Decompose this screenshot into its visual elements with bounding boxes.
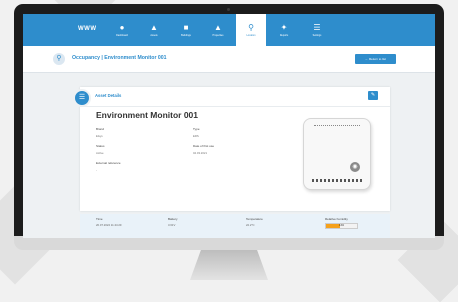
external-reference-value: - xyxy=(96,168,97,172)
app-logo[interactable]: WWW xyxy=(78,26,97,32)
type-label: Type xyxy=(193,127,200,131)
temperature-value: 22.2°C xyxy=(246,223,255,227)
nav-item-properties[interactable]: ▲ Properties xyxy=(203,14,233,46)
nav-label: Buildings xyxy=(181,34,191,37)
pencil-icon: ✎ xyxy=(370,92,376,98)
nav-label: Reports xyxy=(279,34,289,37)
monitor-stand xyxy=(190,250,268,280)
nav-item-dashboard[interactable]: ● Dashboard xyxy=(107,14,137,46)
external-reference-label: External reference xyxy=(96,161,121,165)
list-icon: ☰ xyxy=(73,89,91,107)
nav-item-location[interactable]: ⚲ Location xyxy=(236,14,266,46)
page-header: ⚲ Occupancy | Environment Monitor 001 ← … xyxy=(23,46,435,73)
page-title: Occupancy | Environment Monitor 001 xyxy=(72,55,167,61)
nav-item-settings[interactable]: ☰ Settings xyxy=(302,14,332,46)
location-icon: ⚲ xyxy=(248,23,254,32)
humidity-value: 44% xyxy=(338,224,345,227)
top-navigation-bar: WWW ● Dashboard ▲ Assets ■ Buildings ▲ P… xyxy=(23,14,435,46)
date-first-use-label: Date of first use xyxy=(193,144,215,148)
nav-label: Dashboard xyxy=(116,34,128,37)
nav-label: Properties xyxy=(212,34,224,37)
brand-label: Brand xyxy=(96,127,105,131)
date-first-use-value: 04.03.2021 xyxy=(193,151,207,155)
people-icon: ▲ xyxy=(150,23,158,32)
nav-item-reports[interactable]: ✦ Reports xyxy=(269,14,299,46)
status-label: Status xyxy=(96,144,105,148)
humidity-bar: 44% xyxy=(325,223,358,229)
sensor-button-icon: ◉ xyxy=(350,162,360,172)
battery-value: 3.61V xyxy=(168,223,176,227)
return-to-list-button[interactable]: ← Return to list xyxy=(355,54,396,64)
type-value: ERS xyxy=(193,134,199,138)
card-heading: Asset Details xyxy=(95,93,122,98)
battery-label: Battery xyxy=(168,217,178,221)
nav-label: Assets xyxy=(150,34,158,37)
sensor-device-image: ◉ xyxy=(303,118,371,190)
sensor-grille-top xyxy=(314,125,360,128)
settings-icon: ☰ xyxy=(313,23,321,32)
building-icon: ■ xyxy=(183,23,189,32)
nav-item-buildings[interactable]: ■ Buildings xyxy=(171,14,201,46)
nav-label: Location xyxy=(246,34,256,37)
sensor-vents xyxy=(312,179,362,182)
time-label: Time xyxy=(96,217,103,221)
asset-name: Environment Monitor 001 xyxy=(96,110,199,120)
divider xyxy=(80,106,390,107)
status-value: Active xyxy=(96,151,104,155)
property-icon: ▲ xyxy=(214,23,222,32)
nav-label: Settings xyxy=(312,34,322,37)
camera-dot xyxy=(227,8,230,11)
temperature-label: Temperature xyxy=(246,217,263,221)
readings-row: Time 20.07.2022 11:44:29 Battery 3.61V T… xyxy=(80,214,390,238)
humidity-label: Relative humidity xyxy=(325,217,348,221)
pin-icon: ● xyxy=(119,23,125,32)
edit-button[interactable]: ✎ xyxy=(368,91,378,100)
screen: WWW ● Dashboard ▲ Assets ■ Buildings ▲ P… xyxy=(23,14,435,238)
report-icon: ✦ xyxy=(280,23,288,32)
nav-item-assets[interactable]: ▲ Assets xyxy=(139,14,169,46)
monitor-chin xyxy=(14,236,444,250)
time-value: 20.07.2022 11:44:29 xyxy=(96,223,122,227)
brand-value: Elsys xyxy=(96,134,103,138)
location-pin-icon: ⚲ xyxy=(53,53,65,65)
